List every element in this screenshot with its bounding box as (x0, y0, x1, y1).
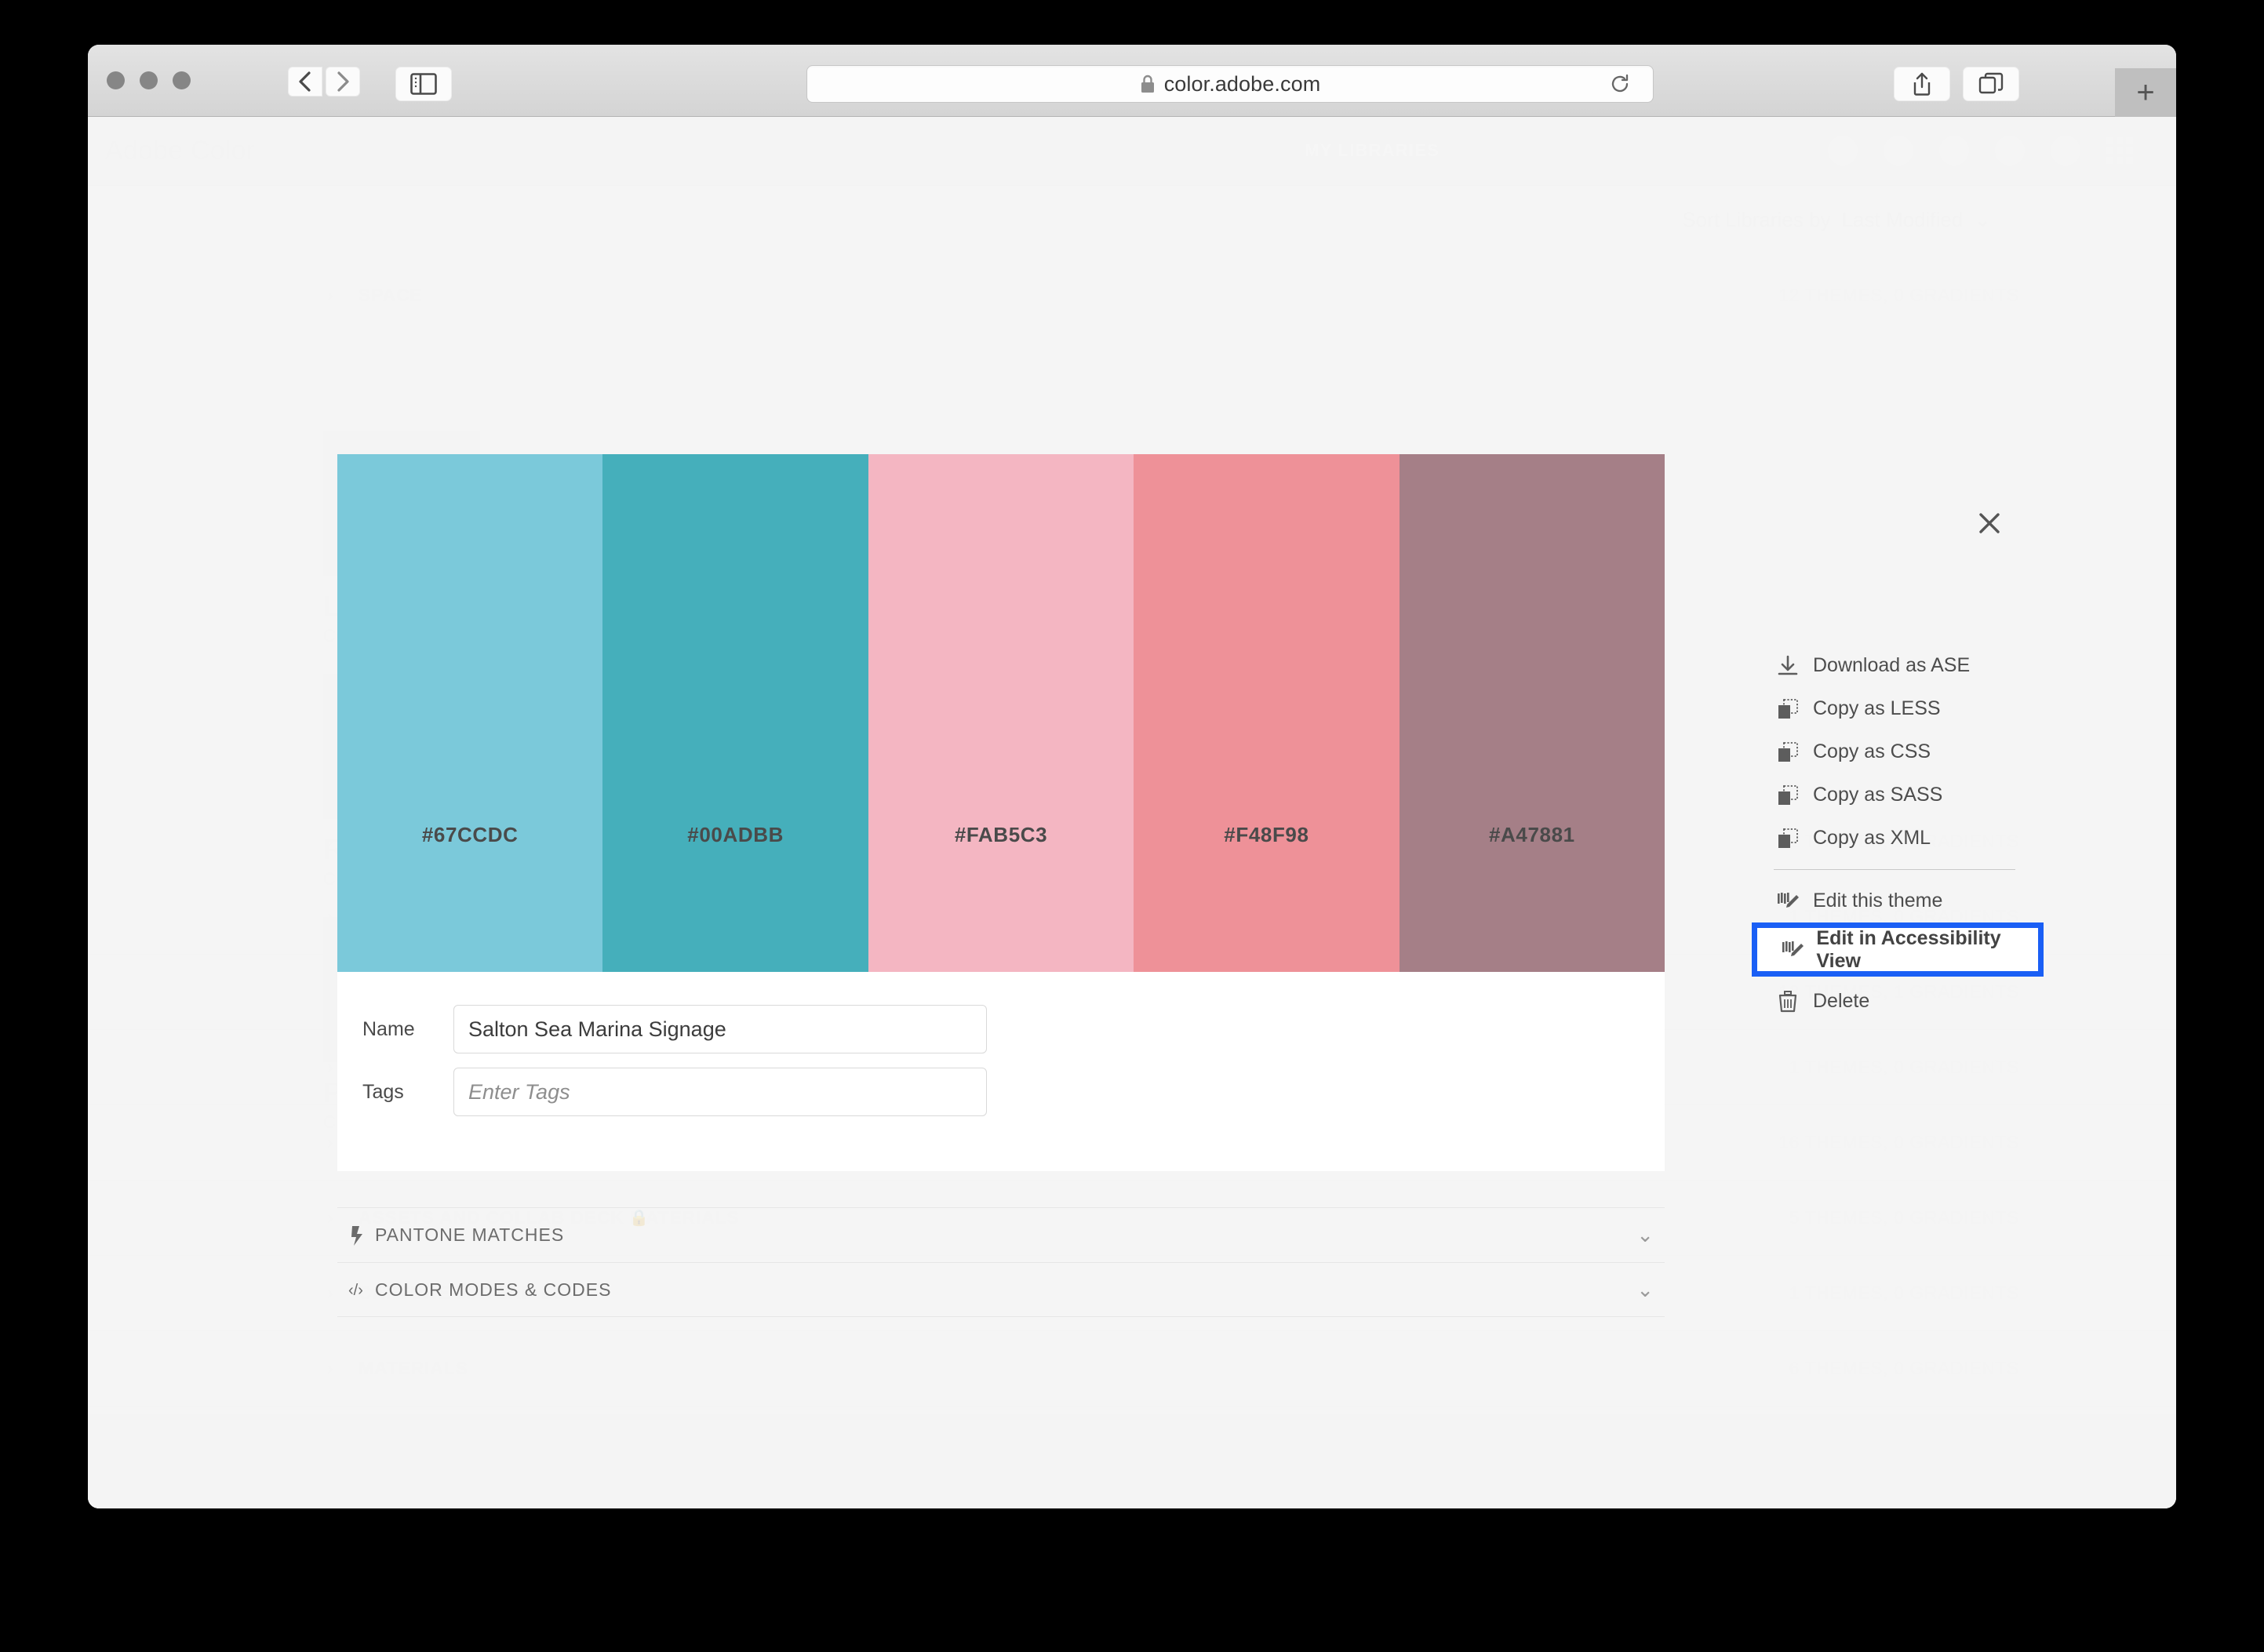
chevron-right-icon (337, 71, 349, 92)
color-swatch[interactable]: #A47881 (1399, 454, 1665, 972)
tab-overview-button[interactable] (1963, 67, 2019, 101)
forward-button[interactable] (326, 67, 360, 96)
close-modal-button[interactable] (1972, 506, 2007, 540)
menu-item-label: Copy as CSS (1813, 740, 1931, 762)
copy-icon (1769, 828, 1807, 850)
name-label: Name (362, 1017, 415, 1040)
accordion-label: COLOR MODES & CODES (375, 1279, 612, 1300)
name-field-row: Name Salton Sea Marina Signage (337, 1005, 1665, 1053)
new-tab-button[interactable]: + (2115, 68, 2176, 117)
address-bar[interactable]: color.adobe.com (806, 65, 1654, 103)
tags-label: Tags (362, 1080, 404, 1103)
maximize-window-button[interactable] (173, 71, 191, 89)
sidebar-toggle-icon (410, 73, 437, 95)
download-icon (1769, 654, 1807, 678)
menu-item-copy-as-less[interactable]: Copy as LESS (1763, 687, 2029, 730)
menu-item-label: Edit in Accessibility View (1816, 926, 2001, 972)
swatch-hex-label: #F48F98 (1224, 822, 1309, 846)
chevron-left-icon (299, 71, 311, 92)
copy-icon (1769, 741, 1807, 763)
menu-item-label: Copy as LESS (1813, 697, 1941, 719)
menu-item-copy-as-sass[interactable]: Copy as SASS (1763, 773, 2029, 817)
theme-swatch-strip: #67CCDC #00ADBB #FAB5C3 #F48F98 #A47881 (337, 454, 1665, 972)
accordion-label: PANTONE MATCHES (375, 1224, 565, 1245)
color-modes-icon: ‹/› (340, 1278, 375, 1301)
swatch-hex-label: #00ADBB (687, 822, 784, 846)
menu-separator (1774, 869, 2015, 870)
menu-item-edit-in-accessibility-view[interactable]: Edit in Accessibility View (1768, 926, 2038, 972)
menu-item-edit-this-theme[interactable]: Edit this theme (1763, 879, 2029, 922)
browser-toolbar: color.adobe.com + (88, 45, 2176, 117)
navigation-buttons (288, 67, 360, 96)
reload-icon[interactable] (1609, 73, 1631, 95)
color-swatch[interactable]: #FAB5C3 (868, 454, 1134, 972)
share-button[interactable] (1894, 67, 1950, 101)
minimize-window-button[interactable] (140, 71, 158, 89)
theme-detail-modal: #67CCDC #00ADBB #FAB5C3 #F48F98 #A47881 … (337, 454, 1665, 1317)
edit-accessibility-icon (1774, 939, 1810, 961)
menu-item-label: Download as ASE (1813, 654, 1971, 676)
color-swatch[interactable]: #67CCDC (337, 454, 603, 972)
menu-item-label: Copy as SASS (1813, 784, 1943, 806)
menu-item-copy-as-css[interactable]: Copy as CSS (1763, 730, 2029, 773)
color-swatch[interactable]: #F48F98 (1134, 454, 1400, 972)
tags-field-row: Tags Enter Tags (337, 1068, 1665, 1116)
browser-window: color.adobe.com + Adobe Color (88, 45, 2176, 1508)
window-controls (107, 71, 191, 89)
pantone-icon (340, 1224, 375, 1247)
swatch-hex-label: #A47881 (1488, 822, 1575, 846)
menu-item-label: Delete (1813, 990, 1870, 1012)
menu-item-label: Copy as XML (1813, 827, 1931, 849)
sidebar-toggle-button[interactable] (395, 67, 452, 101)
menu-item-edit-in-accessibility-view-highlight: Edit in Accessibility View (1752, 922, 2044, 977)
theme-context-menu: Download as ASE Copy as LESS Copy as CSS… (1752, 644, 2044, 1023)
theme-meta-card: Name Salton Sea Marina Signage Tags Ente… (337, 972, 1665, 1171)
share-icon (1913, 72, 1931, 96)
menu-item-download-as-ase[interactable]: Download as ASE (1763, 644, 2029, 687)
tab-overview-icon (1978, 72, 2004, 94)
color-swatch[interactable]: #00ADBB (602, 454, 868, 972)
page-content: Adobe Color CREATE EXPLORE TRENDS MY LIB… (88, 117, 2176, 1508)
name-input[interactable]: Salton Sea Marina Signage (453, 1005, 987, 1053)
accordion-pantone-matches[interactable]: PANTONE MATCHES ⌄ (337, 1207, 1665, 1262)
edit-theme-icon (1769, 890, 1807, 912)
chevron-down-icon: ⌄ (1636, 1277, 1654, 1301)
swatch-hex-label: #FAB5C3 (954, 822, 1048, 846)
accordion-sections: PANTONE MATCHES ⌄ ‹/› COLOR MODES & CODE… (337, 1207, 1665, 1317)
accordion-color-modes-codes[interactable]: ‹/› COLOR MODES & CODES ⌄ (337, 1262, 1665, 1317)
menu-item-delete[interactable]: Delete (1763, 980, 2029, 1023)
close-icon (1979, 513, 2000, 533)
tags-input[interactable]: Enter Tags (453, 1068, 987, 1116)
url-text: color.adobe.com (1163, 71, 1321, 96)
lock-icon (1141, 75, 1154, 93)
trash-icon (1769, 990, 1807, 1013)
svg-text:‹/›: ‹/› (348, 1282, 363, 1299)
swatch-hex-label: #67CCDC (421, 822, 519, 846)
chevron-down-icon: ⌄ (1636, 1223, 1654, 1246)
copy-icon (1769, 784, 1807, 806)
back-button[interactable] (288, 67, 322, 96)
close-window-button[interactable] (107, 71, 125, 89)
copy-icon (1769, 698, 1807, 720)
menu-item-copy-as-xml[interactable]: Copy as XML (1763, 817, 2029, 860)
menu-item-label: Edit this theme (1813, 890, 1943, 912)
